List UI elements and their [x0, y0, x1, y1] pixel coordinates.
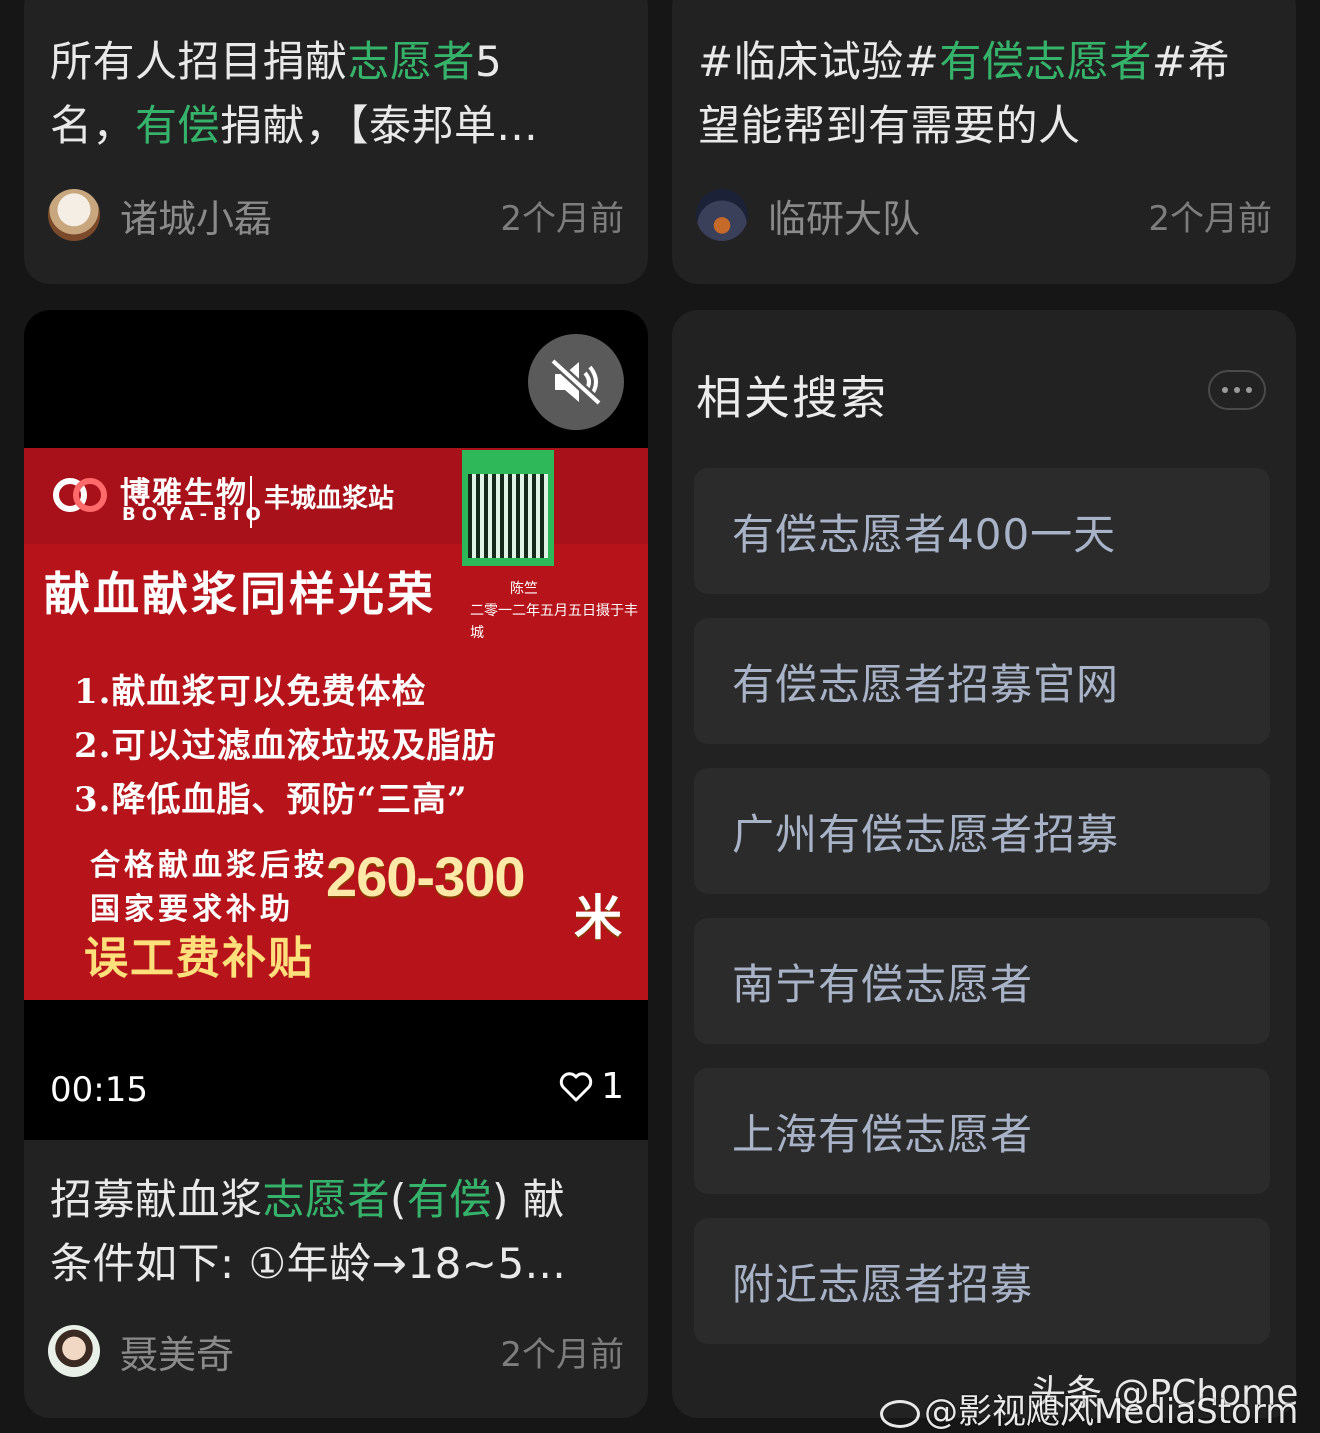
- related-search-item[interactable]: 南宁有偿志愿者: [694, 918, 1270, 1044]
- title-text: 5: [475, 37, 503, 86]
- title-keyword: 志愿者: [262, 1175, 391, 1224]
- result-card-2[interactable]: #临床试验#有偿志愿者#希 望能帮到有需要的人 临研大队 2个月前: [672, 0, 1296, 284]
- card-title: #临床试验#有偿志愿者#希 望能帮到有需要的人: [698, 30, 1270, 158]
- result-card-1[interactable]: 所有人招目捐献志愿者5 名，有偿捐献，【泰邦单... 诸城小磊 2个月前: [24, 0, 648, 284]
- video-player[interactable]: 博雅生物 BOYA-BIO 丰城血浆站 献血献浆同样光荣 陈竺 二零一二年五月五…: [24, 310, 648, 1140]
- result-card-video[interactable]: 博雅生物 BOYA-BIO 丰城血浆站 献血献浆同样光荣 陈竺 二零一二年五月五…: [24, 310, 648, 1418]
- related-search-item[interactable]: 有偿志愿者400一天: [694, 468, 1270, 594]
- benefit-item: 1.献血浆可以免费体检: [74, 672, 427, 712]
- author-row: 聂美奇 2个月前: [48, 1324, 624, 1378]
- related-search-item[interactable]: 上海有偿志愿者: [694, 1068, 1270, 1194]
- benefit-item: 3.降低血脂、预防“三高”: [74, 780, 468, 820]
- boya-logo-icon: [53, 478, 107, 512]
- post-time: 2个月前: [1148, 198, 1272, 239]
- more-dots-icon: [1234, 387, 1240, 393]
- avatar[interactable]: [48, 189, 100, 241]
- title-text: 招募献血浆: [50, 1175, 263, 1224]
- title-line-2: 名，有偿捐献，【泰邦单...: [50, 94, 622, 158]
- qr-pattern: [468, 474, 548, 558]
- card-title: 所有人招目捐献志愿者5 名，有偿捐献，【泰邦单...: [50, 30, 622, 158]
- author-name[interactable]: 聂美奇: [120, 1324, 500, 1379]
- subsidy-note: 合格献血浆后按: [90, 848, 328, 883]
- poster-slogan: 献血献浆同样光荣: [44, 567, 436, 621]
- more-dots-icon: [1222, 387, 1228, 393]
- subsidy-label: 误工费补贴: [84, 933, 314, 984]
- title-line-1: 招募献血浆志愿者(有偿) 献: [50, 1168, 622, 1232]
- avatar[interactable]: [48, 1325, 100, 1377]
- more-dots-icon: [1246, 387, 1252, 393]
- more-button[interactable]: [1208, 370, 1266, 410]
- related-searches-card: 相关搜索 有偿志愿者400一天 有偿志愿者招募官网 广州有偿志愿者招募 南宁有偿…: [672, 310, 1296, 1418]
- title-text: 条件如下: ①年龄→18~5...: [50, 1239, 567, 1288]
- title-text: 所有人招目捐献: [50, 37, 348, 86]
- post-time: 2个月前: [500, 198, 624, 239]
- title-text: #希: [1151, 37, 1231, 86]
- title-text: #临床试验#: [698, 37, 940, 86]
- author-row: 临研大队 2个月前: [696, 188, 1272, 242]
- related-search-item[interactable]: 广州有偿志愿者招募: [694, 768, 1270, 894]
- title-keyword: 有偿: [406, 1175, 492, 1224]
- related-search-item[interactable]: 有偿志愿者招募官网: [694, 618, 1270, 744]
- title-line-2: 条件如下: ①年龄→18~5...: [50, 1232, 622, 1296]
- like-count: 1: [601, 1066, 624, 1107]
- title-line-1: 所有人招目捐献志愿者5: [50, 30, 622, 94]
- signature-date: 二零一二年五月五日摄于丰城: [470, 603, 638, 641]
- watermark-text: @影视飓风MediaStorm: [924, 1392, 1299, 1432]
- mute-button[interactable]: [528, 334, 624, 430]
- poster-signature: 陈竺 二零一二年五月五日摄于丰城: [470, 578, 640, 644]
- title-text: 捐献，【泰邦单...: [220, 101, 539, 150]
- divider: [250, 476, 252, 528]
- brand-name-en: BOYA-BIO: [122, 504, 267, 525]
- related-searches-title: 相关搜索: [696, 371, 888, 425]
- post-time: 2个月前: [500, 1334, 624, 1375]
- title-text: ) 献: [491, 1175, 566, 1224]
- related-search-item[interactable]: 附近志愿者招募: [694, 1218, 1270, 1344]
- video-thumbnail: 博雅生物 BOYA-BIO 丰城血浆站 献血献浆同样光荣 陈竺 二零一二年五月五…: [24, 448, 648, 1000]
- speaker-muted-icon: [549, 357, 603, 407]
- card-title: 招募献血浆志愿者(有偿) 献 条件如下: ①年龄→18~5...: [50, 1168, 622, 1296]
- benefit-item: 2.可以过滤血液垃圾及脂肪: [74, 726, 497, 766]
- subsidy-amount: 260-300: [326, 845, 526, 908]
- weibo-watermark: @影视飓风MediaStorm: [880, 1384, 1298, 1433]
- title-text: (: [390, 1175, 407, 1224]
- heart-outline-icon: [559, 1071, 593, 1101]
- video-duration: 00:15: [50, 1070, 148, 1110]
- author-name[interactable]: 诸城小磊: [120, 188, 500, 243]
- author-row: 诸城小磊 2个月前: [48, 188, 624, 242]
- avatar[interactable]: [696, 189, 748, 241]
- station-name: 丰城血浆站: [264, 484, 395, 514]
- signature-name: 陈竺: [510, 581, 538, 597]
- title-keyword: 有偿志愿者: [939, 37, 1152, 86]
- title-keyword: 有偿: [135, 101, 221, 150]
- like-button[interactable]: 1: [559, 1066, 624, 1107]
- title-line-2: 望能帮到有需要的人: [698, 94, 1270, 158]
- weibo-logo-icon: [880, 1399, 920, 1428]
- author-name[interactable]: 临研大队: [768, 188, 1148, 243]
- title-text: 名，: [50, 101, 136, 150]
- title-line-1: #临床试验#有偿志愿者#希: [698, 30, 1270, 94]
- qr-code: [462, 450, 554, 566]
- title-text: 望能帮到有需要的人: [698, 101, 1081, 150]
- subsidy-unit: 米: [574, 890, 623, 946]
- title-keyword: 志愿者: [347, 37, 476, 86]
